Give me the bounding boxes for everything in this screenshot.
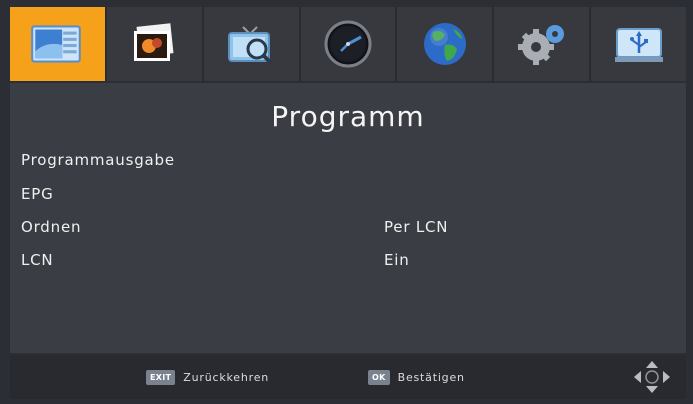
tab-settings[interactable] [494, 7, 590, 81]
program-list-icon [31, 25, 82, 63]
menu-item-label: Ordnen [21, 218, 82, 236]
ok-key-icon: OK [368, 369, 390, 385]
back-hint[interactable]: EXIT Zurückkehren [146, 368, 269, 386]
menu-item-lcn[interactable]: LCN Ein [10, 245, 686, 275]
program-menu-panel: Programm Programmausgabe EPG Ordnen Per … [10, 83, 686, 353]
clock-icon [324, 20, 372, 68]
confirm-hint[interactable]: OK Bestätigen [368, 368, 465, 386]
menu-item-label: Programmausgabe [21, 151, 175, 169]
menu-item-programmausgabe[interactable]: Programmausgabe [10, 145, 686, 175]
tab-pictures[interactable] [106, 7, 202, 81]
menu-item-ordnen[interactable]: Ordnen Per LCN [10, 212, 686, 242]
menu-tab-bar [10, 7, 687, 81]
gears-icon [517, 25, 564, 65]
navigation-arrows-icon [634, 361, 670, 393]
page-title: Programm [271, 100, 425, 133]
tab-usb[interactable] [591, 7, 687, 81]
tab-time[interactable] [300, 7, 396, 81]
menu-item-label: LCN [21, 251, 54, 269]
usb-icon [614, 28, 663, 62]
tab-channel-search[interactable] [203, 7, 299, 81]
pictures-icon [134, 23, 174, 61]
tab-program[interactable] [10, 7, 105, 81]
footer-hint-bar: EXIT Zurückkehren OK Bestätigen [10, 355, 686, 399]
exit-key-icon: EXIT [146, 369, 176, 385]
menu-item-epg[interactable]: EPG [10, 179, 686, 209]
confirm-hint-label: Bestätigen [397, 370, 465, 384]
sort-order-value[interactable]: Per LCN [384, 212, 448, 242]
globe-icon [423, 23, 466, 65]
lcn-value[interactable]: Ein [384, 245, 410, 275]
channel-search-icon [228, 26, 275, 67]
menu-item-label: EPG [21, 185, 54, 203]
back-hint-label: Zurückkehren [183, 370, 270, 384]
tab-system-region[interactable] [397, 7, 493, 81]
